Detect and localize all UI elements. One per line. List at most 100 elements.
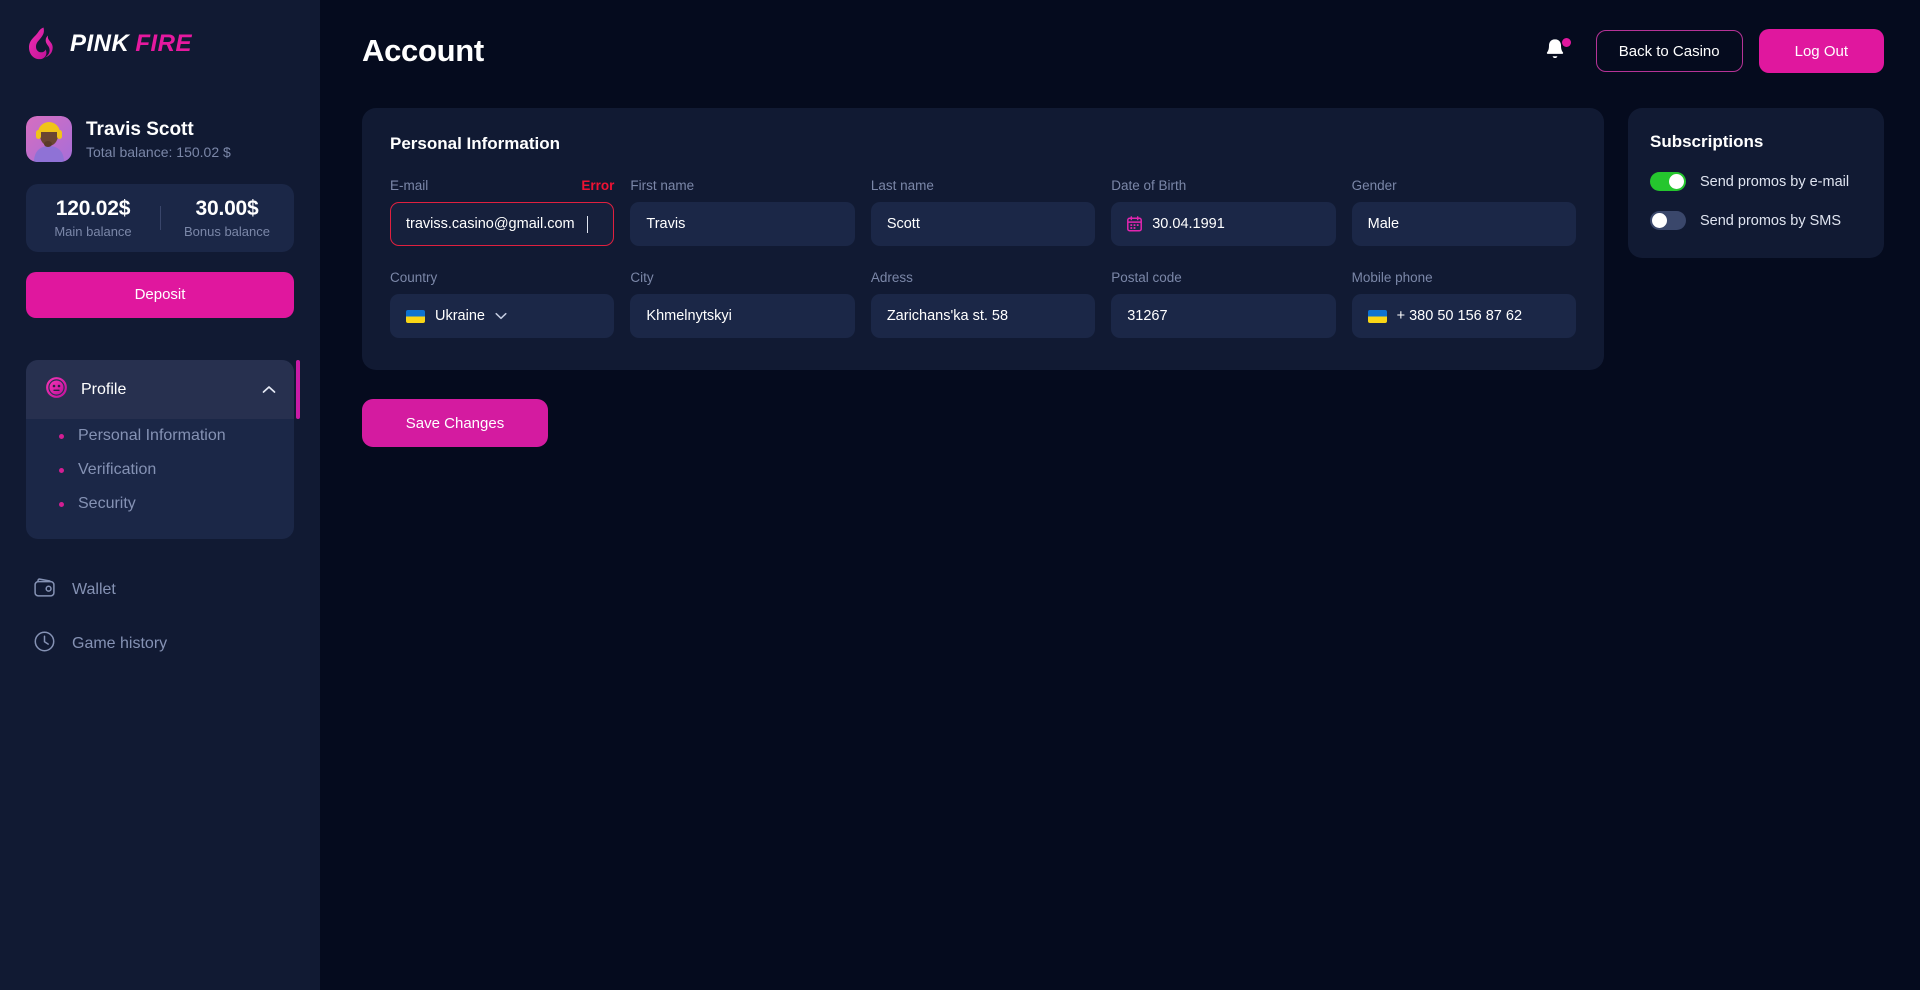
toggle-send-promos-sms[interactable] — [1650, 211, 1686, 230]
chevron-down-icon[interactable] — [495, 312, 507, 320]
ukraine-flag-icon — [1367, 309, 1387, 323]
personal-information-card: Personal Information E-mail Error travis… — [362, 108, 1604, 370]
user-avatar — [26, 116, 72, 162]
user-name: Travis Scott — [86, 118, 194, 140]
user-summary[interactable]: Travis Scott Total balance: 150.02 $ — [0, 61, 320, 162]
save-changes-button[interactable]: Save Changes — [362, 399, 548, 447]
field-first-name: First name Travis — [630, 178, 855, 246]
brand-name-part2: FIRE — [135, 29, 193, 57]
field-postal-code-label: Postal code — [1111, 270, 1182, 285]
field-email: E-mail Error traviss.casino@gmail.com — [390, 178, 615, 246]
main-balance-label: Main balance — [54, 224, 132, 239]
log-out-button[interactable]: Log Out — [1758, 29, 1884, 73]
address-input[interactable]: Zarichans'ka st. 58 — [870, 294, 1096, 338]
date-of-birth-input[interactable]: 30.04.1991 — [1111, 202, 1336, 246]
city-input-value: Khmelnytskyi — [646, 308, 732, 324]
field-gender: Gender Male — [1351, 178, 1577, 246]
toggle-send-promos-email[interactable] — [1650, 172, 1686, 191]
sidebar-item-game-history-label: Game history — [72, 635, 168, 652]
form-row-2: Country Ukraine City Khmelnytskyi Adress… — [390, 270, 1577, 338]
sidebar-item-wallet-label: Wallet — [72, 581, 116, 598]
bell-icon — [1544, 39, 1566, 65]
field-email-label: E-mail — [390, 178, 429, 193]
last-name-input-value: Scott — [886, 216, 920, 232]
topbar: Account Back to Casino Log Out — [320, 0, 1920, 75]
email-input[interactable]: traviss.casino@gmail.com — [390, 202, 615, 246]
sidebar-subitem-label: Personal Information — [78, 427, 226, 444]
field-gender-label: Gender — [1351, 178, 1397, 193]
country-select[interactable]: Ukraine — [390, 294, 615, 338]
brand-logo[interactable]: PINK FIRE — [0, 0, 320, 61]
first-name-input[interactable]: Travis — [630, 202, 855, 246]
ukraine-flag-icon — [406, 309, 425, 323]
date-of-birth-input-value: 30.04.1991 — [1152, 216, 1225, 232]
user-total-balance: Total balance: 150.02 $ — [86, 144, 231, 161]
personal-information-title: Personal Information — [390, 134, 561, 153]
sidebar-subitem-security[interactable]: Security — [26, 487, 294, 521]
bonus-balance-amount: 30.00$ — [195, 197, 259, 220]
subscription-email-label: Send promos by e-mail — [1700, 173, 1850, 190]
main-balance: 120.02$ Main balance — [26, 197, 160, 239]
first-name-input-value: Travis — [646, 216, 686, 232]
page-title: Account — [362, 33, 484, 68]
clock-icon — [34, 631, 55, 657]
mobile-phone-input-value: + 380 50 156 87 62 — [1396, 308, 1523, 324]
notification-badge — [1561, 38, 1571, 47]
bullet-icon — [59, 501, 64, 507]
wallet-icon — [34, 578, 55, 602]
back-to-casino-button[interactable]: Back to Casino — [1595, 30, 1743, 72]
calendar-icon — [1127, 216, 1143, 232]
brand-name: PINK FIRE — [70, 29, 193, 57]
sidebar: PINK FIRE Travis Scott Total balance: 15… — [0, 0, 320, 990]
country-select-value: Ukraine — [435, 308, 485, 324]
gender-input-value: Male — [1367, 216, 1400, 232]
field-address: Adress Zarichans'ka st. 58 — [870, 270, 1096, 338]
field-first-name-label: First name — [630, 178, 695, 193]
sidebar-subitem-personal-information[interactable]: Personal Information — [26, 419, 294, 453]
subscriptions-title: Subscriptions — [1650, 132, 1764, 151]
app-root: PINK FIRE Travis Scott Total balance: 15… — [0, 0, 1920, 990]
chevron-up-icon[interactable] — [262, 385, 276, 394]
field-country-label: Country — [390, 270, 438, 285]
bonus-balance-label: Bonus balance — [183, 224, 270, 239]
sidebar-subitem-verification[interactable]: Verification — [26, 453, 294, 487]
sidebar-subitem-label: Security — [78, 495, 136, 512]
field-city: City Khmelnytskyi — [630, 270, 855, 338]
toggle-knob — [1652, 213, 1667, 228]
sidebar-item-wallet[interactable]: Wallet — [0, 569, 320, 611]
sidebar-item-game-history[interactable]: Game history — [0, 623, 320, 665]
email-input-value: traviss.casino@gmail.com — [406, 216, 575, 232]
balance-card: 120.02$ Main balance 30.00$ Bonus balanc… — [26, 184, 294, 252]
content-area: Personal Information E-mail Error travis… — [320, 75, 1920, 370]
field-mobile-phone-label: Mobile phone — [1351, 270, 1433, 285]
sidebar-item-profile[interactable]: Profile — [26, 360, 294, 419]
postal-code-input-value: 31267 — [1127, 308, 1168, 324]
subscription-email-row: Send promos by e-mail — [1650, 172, 1862, 191]
field-postal-code: Postal code 31267 — [1111, 270, 1336, 338]
subscription-sms-row: Send promos by SMS — [1650, 211, 1862, 230]
text-caret — [586, 215, 588, 233]
city-input[interactable]: Khmelnytskyi — [630, 294, 855, 338]
gender-input[interactable]: Male — [1351, 202, 1577, 246]
sidebar-nav-profile-group: Profile Personal Information Verificatio… — [26, 360, 300, 539]
address-input-value: Zarichans'ka st. 58 — [886, 308, 1009, 324]
mobile-phone-input[interactable]: + 380 50 156 87 62 — [1351, 294, 1577, 338]
postal-code-input[interactable]: 31267 — [1111, 294, 1336, 338]
field-address-label: Adress — [870, 270, 913, 285]
notifications-button[interactable] — [1544, 37, 1571, 65]
field-date-of-birth: Date of Birth 30.04.1991 — [1111, 178, 1336, 246]
field-city-label: City — [630, 270, 654, 285]
toggle-knob — [1669, 174, 1684, 189]
field-mobile-phone: Mobile phone + 380 50 156 87 62 — [1351, 270, 1577, 338]
flame-icon — [26, 26, 59, 61]
field-email-error: Error — [581, 178, 615, 193]
bonus-balance: 30.00$ Bonus balance — [160, 197, 294, 239]
form-row-1: E-mail Error traviss.casino@gmail.com Fi… — [390, 178, 1577, 246]
last-name-input[interactable]: Scott — [870, 202, 1096, 246]
brand-name-part1: PINK — [70, 29, 130, 57]
main-balance-amount: 120.02$ — [55, 197, 131, 220]
deposit-button[interactable]: Deposit — [26, 272, 294, 318]
sidebar-item-profile-label: Profile — [81, 380, 127, 398]
bullet-icon — [59, 433, 64, 439]
subscription-sms-label: Send promos by SMS — [1700, 212, 1842, 229]
